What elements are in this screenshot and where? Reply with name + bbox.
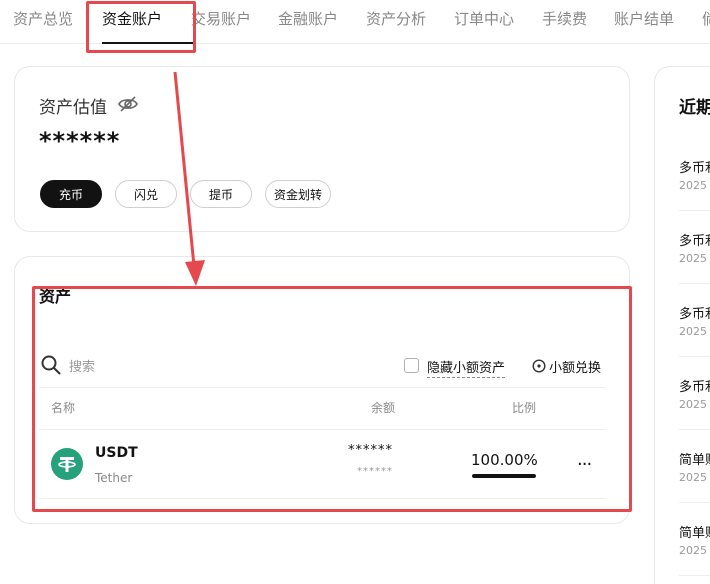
- balance-masked: ******: [348, 443, 393, 458]
- account-tabs: 资产总览 资金账户 交易账户 金融账户 资产分析 订单中心 手续费 账户结单 倘: [0, 0, 710, 44]
- divider: [679, 210, 710, 211]
- hide-small-assets-label[interactable]: 隐藏小额资产: [427, 357, 506, 378]
- recent-item-date: 2025: [679, 544, 707, 557]
- divider: [39, 429, 606, 430]
- coin-name: Tether: [95, 471, 133, 485]
- recent-item-date: 2025: [679, 179, 707, 192]
- divider: [679, 575, 710, 576]
- divider: [39, 498, 606, 499]
- ratio-value: 100.00%: [471, 451, 538, 469]
- active-tab-indicator: [102, 42, 194, 44]
- tab-statements[interactable]: 账户结单: [614, 8, 674, 29]
- recent-panel-title: 近期: [679, 98, 710, 118]
- recent-item-title[interactable]: 简单赚: [679, 522, 710, 541]
- recent-item-title[interactable]: 多币利: [679, 157, 710, 176]
- divider: [39, 387, 606, 388]
- ratio-bar-fill: [472, 474, 536, 478]
- assets-card: 资产 隐藏小额资产 小额兑换 名称 余额 比例 USDT Tether ****…: [14, 256, 630, 524]
- eye-off-icon[interactable]: [117, 95, 139, 113]
- small-convert-button[interactable]: 小额兑换: [549, 357, 601, 376]
- recent-item-title[interactable]: 简单赚: [679, 449, 710, 468]
- small-convert-icon[interactable]: [532, 359, 546, 373]
- column-header-balance: 余额: [371, 401, 396, 415]
- recent-item-date: 2025: [679, 252, 707, 265]
- recent-item-date: 2025: [679, 471, 707, 484]
- divider: [679, 429, 710, 430]
- assets-title: 资产: [39, 287, 72, 306]
- valuation-masked-value: ******: [39, 127, 121, 155]
- recent-item-title[interactable]: 多币利: [679, 230, 710, 249]
- tab-asset-overview[interactable]: 资产总览: [13, 8, 73, 29]
- tab-finance-account[interactable]: 金融账户: [278, 8, 338, 29]
- tab-order-center[interactable]: 订单中心: [454, 8, 514, 29]
- recent-item-title[interactable]: 多币利: [679, 303, 710, 322]
- deposit-button[interactable]: 充币: [40, 180, 102, 208]
- hide-small-assets-checkbox[interactable]: [404, 358, 419, 373]
- divider: [679, 283, 710, 284]
- divider: [679, 356, 710, 357]
- tab-funding-account[interactable]: 资金账户: [102, 8, 162, 29]
- tab-fees[interactable]: 手续费: [542, 8, 587, 29]
- recent-item-date: 2025: [679, 398, 707, 411]
- coin-symbol: USDT: [95, 445, 138, 461]
- convert-button[interactable]: 闪兑: [115, 180, 177, 208]
- search-input[interactable]: [69, 357, 219, 377]
- divider: [679, 502, 710, 503]
- recent-panel: 近期 多币利 2025 多币利 2025 多币利 2025 多币利 2025 简…: [654, 66, 710, 584]
- valuation-title: 资产估值: [39, 98, 107, 118]
- transfer-button[interactable]: 资金划转: [265, 180, 331, 208]
- valuation-card: 资产估值 ****** 充币 闪兑 提币 资金划转: [14, 66, 630, 232]
- ratio-bar: [472, 474, 536, 478]
- tab-asset-analysis[interactable]: 资产分析: [366, 8, 426, 29]
- column-header-ratio: 比例: [512, 401, 537, 415]
- recent-item-title[interactable]: 多币利: [679, 376, 710, 395]
- recent-item-date: 2025: [679, 325, 707, 338]
- withdraw-button[interactable]: 提币: [190, 180, 252, 208]
- tab-trading-account[interactable]: 交易账户: [191, 8, 251, 29]
- balance-sub-masked: ******: [357, 466, 393, 477]
- column-header-name: 名称: [51, 401, 76, 415]
- search-icon: [41, 355, 61, 375]
- more-options-icon[interactable]: ...: [577, 449, 592, 470]
- tether-coin-icon: [51, 448, 83, 480]
- tab-more[interactable]: 倘: [702, 8, 710, 29]
